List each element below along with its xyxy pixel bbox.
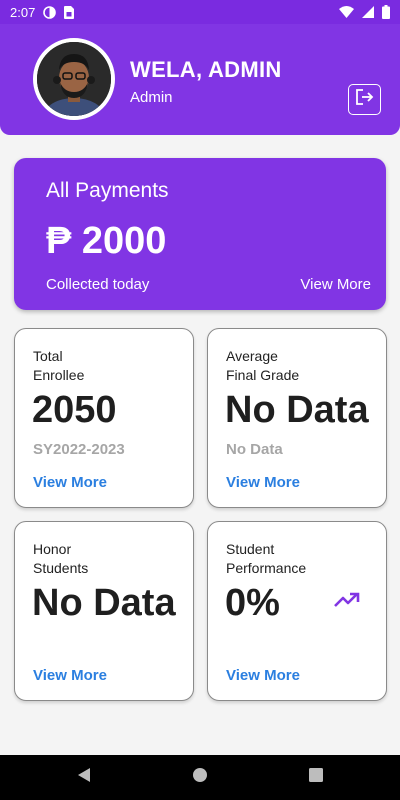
- total-enrollee-card: Total Enrollee 2050 SY2022-2023 View Mor…: [14, 328, 194, 508]
- status-time: 2:07: [10, 4, 36, 20]
- recents-button[interactable]: [258, 768, 374, 787]
- card-subtitle: No Data: [226, 441, 283, 458]
- card-label-line1: Total: [33, 348, 63, 364]
- average-grade-card: Average Final Grade No Data No Data View…: [207, 328, 387, 508]
- card-label: Average Final Grade: [226, 347, 299, 385]
- back-button[interactable]: [26, 767, 142, 788]
- card-label-line2: Final Grade: [226, 367, 300, 383]
- payments-view-more-link[interactable]: View More: [300, 276, 371, 293]
- recents-icon: [309, 768, 323, 787]
- payments-title: All Payments: [46, 179, 169, 202]
- home-button[interactable]: [142, 767, 258, 788]
- signal-icon: [362, 6, 374, 18]
- card-label-line2: Performance: [226, 560, 307, 576]
- sync-icon: [43, 5, 57, 19]
- trending-up-icon: [334, 592, 360, 613]
- card-label-line2: Students: [33, 560, 89, 576]
- view-more-link[interactable]: View More: [226, 474, 300, 491]
- card-subtitle: SY2022-2023: [33, 441, 125, 458]
- card-label: Student Performance: [226, 540, 306, 578]
- navigation-bar: [0, 755, 400, 800]
- payments-subtitle: Collected today: [46, 276, 150, 293]
- card-label: Total Enrollee: [33, 347, 84, 385]
- payments-amount: ₱ 2000: [46, 220, 167, 262]
- card-label-line1: Honor: [33, 541, 72, 557]
- card-value: 0%: [225, 582, 280, 624]
- back-icon: [77, 767, 91, 788]
- wifi-icon: [339, 6, 354, 18]
- card-value: 2050: [32, 389, 117, 431]
- card-label-line2: Enrollee: [33, 367, 85, 383]
- honor-students-card: Honor Students No Data View More: [14, 521, 194, 701]
- user-name: WELA, ADMIN: [130, 57, 282, 82]
- home-icon: [192, 767, 208, 788]
- payments-card: All Payments ₱ 2000 Collected today View…: [14, 158, 386, 310]
- card-label-line1: Average: [226, 348, 278, 364]
- view-more-link[interactable]: View More: [33, 667, 107, 684]
- user-role: Admin: [130, 89, 173, 106]
- card-label-line1: Student: [226, 541, 275, 557]
- avatar[interactable]: [33, 38, 115, 120]
- student-performance-card: Student Performance 0% View More: [207, 521, 387, 701]
- card-value: No Data: [32, 582, 176, 624]
- status-bar: 2:07: [0, 0, 400, 24]
- battery-icon: [382, 5, 390, 19]
- view-more-link[interactable]: View More: [33, 474, 107, 491]
- sim-card-icon: [64, 5, 75, 19]
- logout-icon: [355, 88, 375, 111]
- card-label: Honor Students: [33, 540, 88, 578]
- view-more-link[interactable]: View More: [226, 667, 300, 684]
- card-value: No Data: [225, 389, 369, 431]
- profile-header: WELA, ADMIN Admin: [0, 24, 400, 135]
- logout-button[interactable]: [348, 84, 381, 115]
